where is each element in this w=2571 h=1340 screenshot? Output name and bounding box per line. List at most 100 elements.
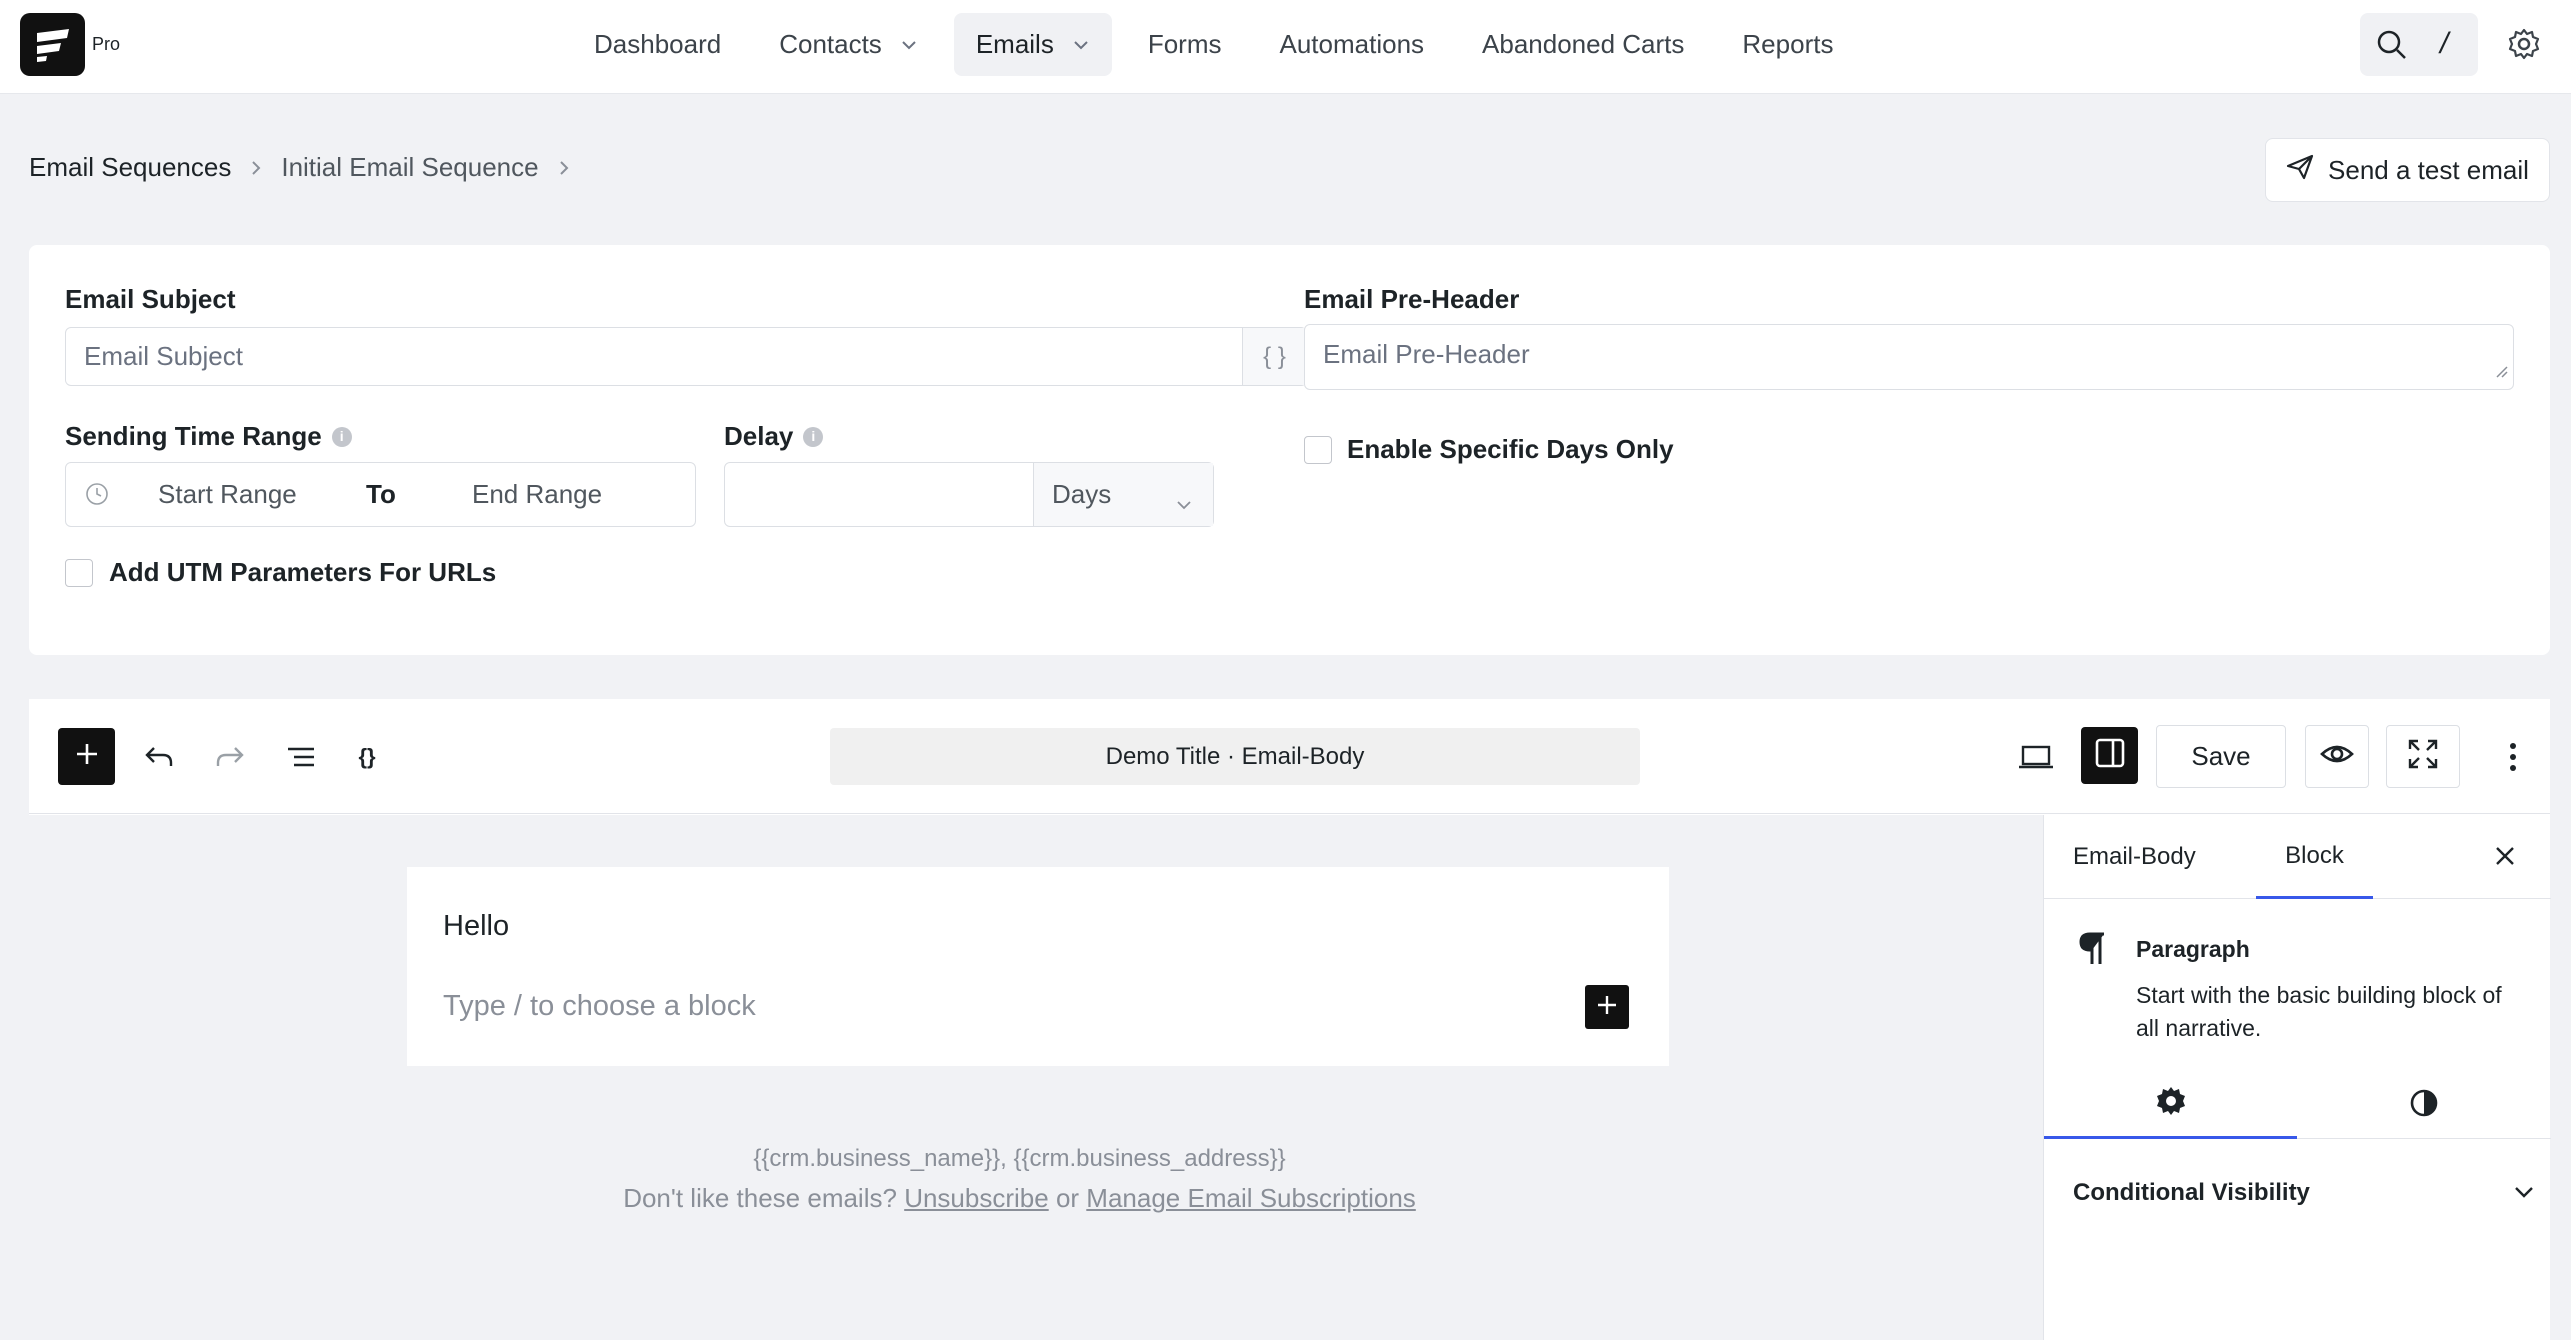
footer-unsubscribe-line: Don't like these emails? Unsubscribe or … xyxy=(29,1183,2010,1214)
send-test-email-button[interactable]: Send a test email xyxy=(2265,138,2550,202)
save-button[interactable]: Save xyxy=(2156,725,2286,788)
delay-unit-value: Days xyxy=(1052,479,1112,509)
email-subject-placeholder: Email Subject xyxy=(84,341,243,371)
nav-abandoned-carts[interactable]: Abandoned Carts xyxy=(1460,13,1706,76)
enable-specific-days-label: Enable Specific Days Only xyxy=(1347,434,1674,464)
clock-icon xyxy=(84,481,110,514)
block-editor: {} Demo Title · Email-Body Save Hello Ty… xyxy=(29,699,2551,1340)
tab-email-body[interactable]: Email-Body xyxy=(2073,815,2196,899)
search-group: / xyxy=(2360,13,2478,76)
add-block-button[interactable] xyxy=(58,728,115,785)
time-range-picker[interactable]: Start Range To End Range xyxy=(65,462,696,527)
fluentcrm-logo-icon[interactable] xyxy=(20,13,85,76)
main-nav: Dashboard Contacts Emails Forms Automati… xyxy=(572,13,1869,76)
block-inspector-tabs xyxy=(2044,1071,2551,1139)
nav-reports[interactable]: Reports xyxy=(1720,13,1855,76)
breadcrumb-initial-email-sequence[interactable]: Initial Email Sequence xyxy=(281,152,538,183)
nav-automations-label: Automations xyxy=(1279,29,1425,59)
nav-forms-label: Forms xyxy=(1147,29,1222,59)
email-preheader-placeholder: Email Pre-Header xyxy=(1323,339,1530,369)
delay-value-input[interactable] xyxy=(725,463,1033,526)
nav-emails-label: Emails xyxy=(975,29,1054,59)
email-subject-input[interactable]: Email Subject { } xyxy=(65,327,1307,386)
manage-subscriptions-link[interactable]: Manage Email Subscriptions xyxy=(1086,1183,1416,1213)
close-icon[interactable] xyxy=(2492,843,2518,874)
email-settings-card: Email Subject Email Subject { } Email Pr… xyxy=(29,245,2550,655)
nav-contacts-label: Contacts xyxy=(779,29,882,59)
breadcrumb-email-sequences[interactable]: Email Sequences xyxy=(29,152,231,183)
chevron-down-icon xyxy=(1072,39,1090,51)
tab-block-settings[interactable] xyxy=(2044,1071,2297,1139)
gear-icon[interactable] xyxy=(2506,26,2542,67)
desktop-preview-icon[interactable] xyxy=(2014,735,2058,779)
send-test-email-label: Send a test email xyxy=(2328,154,2529,185)
nav-forms[interactable]: Forms xyxy=(1126,13,1244,76)
tab-block[interactable]: Block xyxy=(2256,815,2373,899)
fullscreen-button[interactable] xyxy=(2386,725,2460,788)
utm-parameters-label: Add UTM Parameters For URLs xyxy=(109,557,497,587)
email-preheader-input[interactable]: Email Pre-Header xyxy=(1304,324,2514,390)
merge-tag-button[interactable]: { } xyxy=(1242,328,1306,385)
chevron-right-icon xyxy=(557,159,571,177)
fullscreen-icon xyxy=(2407,738,2439,775)
start-range-input[interactable]: Start Range xyxy=(158,479,297,510)
eye-icon xyxy=(2320,742,2354,771)
conditional-visibility-toggle[interactable]: Conditional Visibility xyxy=(2073,1179,2310,1207)
nav-emails[interactable]: Emails xyxy=(953,13,1112,76)
info-icon[interactable] xyxy=(331,426,352,447)
footer-address: {{crm.business_name}}, {{crm.business_ad… xyxy=(753,1145,1286,1172)
email-body-card: Hello Type / to choose a block xyxy=(407,867,1669,1066)
paragraph-block[interactable]: Hello xyxy=(443,910,509,943)
preview-button[interactable] xyxy=(2305,725,2369,788)
plus-icon xyxy=(74,741,100,772)
chevron-down-icon[interactable] xyxy=(2513,1185,2535,1204)
chevron-down-icon xyxy=(900,39,918,51)
undo-icon[interactable] xyxy=(139,737,179,777)
document-title[interactable]: Demo Title · Email-Body xyxy=(830,728,1640,785)
end-range-input[interactable]: End Range xyxy=(472,479,602,510)
send-icon xyxy=(2286,154,2328,187)
inline-add-block-button[interactable] xyxy=(1585,985,1629,1029)
footer-prompt: Don't like these emails? xyxy=(623,1183,897,1213)
delay-label-text: Delay xyxy=(724,421,794,451)
chevron-right-icon xyxy=(249,159,263,177)
nav-abandoned-carts-label: Abandoned Carts xyxy=(1482,29,1685,59)
tab-block-styles[interactable] xyxy=(2297,1071,2550,1139)
contrast-icon xyxy=(2408,1087,2440,1124)
footer-or: or xyxy=(1055,1183,1080,1213)
more-options-icon[interactable] xyxy=(2499,735,2527,779)
sidebar-icon xyxy=(2094,737,2126,774)
unsubscribe-link[interactable]: Unsubscribe xyxy=(904,1183,1049,1213)
nav-dashboard-label: Dashboard xyxy=(594,29,722,59)
tab-block-label: Block xyxy=(2285,841,2344,869)
paragraph-icon xyxy=(2078,930,2108,971)
info-icon[interactable] xyxy=(803,426,824,447)
email-subject-label: Email Subject xyxy=(65,284,236,314)
sending-time-range-text: Sending Time Range xyxy=(65,421,322,451)
email-preheader-label: Email Pre-Header xyxy=(1304,284,1520,314)
list-view-icon[interactable] xyxy=(281,737,321,777)
redo-icon[interactable] xyxy=(210,737,250,777)
tab-email-body-label: Email-Body xyxy=(2073,843,2196,870)
settings-sidebar: Email-Body Block Paragraph Start with th… xyxy=(2043,815,2551,1340)
nav-automations[interactable]: Automations xyxy=(1258,13,1447,76)
utm-parameters-checkbox[interactable] xyxy=(65,559,93,587)
search-shortcut[interactable]: / xyxy=(2440,27,2448,61)
sending-time-range-label: Sending Time Range xyxy=(65,421,352,452)
enable-specific-days-checkbox[interactable] xyxy=(1304,436,1332,464)
search-icon[interactable] xyxy=(2376,29,2408,66)
chevron-down-icon xyxy=(1175,487,1193,518)
top-navigation-bar: Pro Dashboard Contacts Emails Forms Auto… xyxy=(0,0,2571,94)
delay-unit-select[interactable]: Days xyxy=(1033,463,1213,526)
settings-sidebar-toggle[interactable] xyxy=(2081,727,2138,784)
nav-contacts[interactable]: Contacts xyxy=(757,13,940,76)
nav-dashboard[interactable]: Dashboard xyxy=(572,13,743,76)
block-placeholder[interactable]: Type / to choose a block xyxy=(443,990,756,1023)
code-editor-icon[interactable]: {} xyxy=(347,737,387,777)
delay-label: Delay xyxy=(724,421,824,452)
nav-reports-label: Reports xyxy=(1742,29,1834,59)
block-type-name: Paragraph xyxy=(2136,936,2250,962)
resize-handle-icon[interactable] xyxy=(2495,355,2509,386)
delay-input-group: Days xyxy=(724,462,1214,527)
email-canvas: Hello Type / to choose a block {{crm.bus… xyxy=(29,815,2043,1340)
